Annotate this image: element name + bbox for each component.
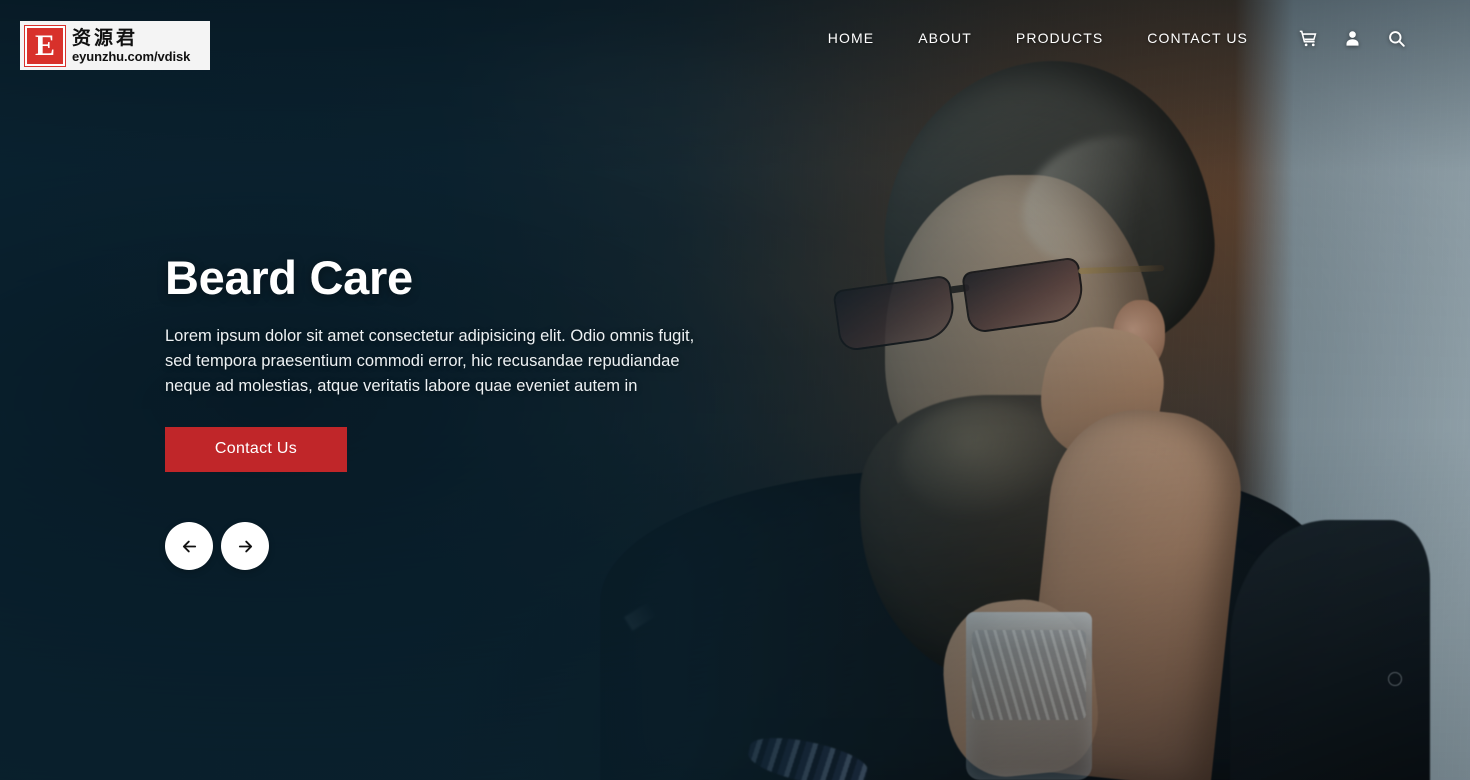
carousel-prev-button[interactable] — [165, 522, 213, 570]
shopping-cart-icon[interactable] — [1286, 18, 1330, 58]
header-icon-group — [1286, 18, 1418, 58]
user-account-icon[interactable] — [1330, 18, 1374, 58]
nav-item-about[interactable]: ABOUT — [896, 30, 994, 46]
arrow-left-icon — [182, 540, 196, 552]
hero-description: Lorem ipsum dolor sit amet consectetur a… — [165, 326, 695, 395]
watermark-url: eyunzhu.com/vdisk — [72, 48, 191, 64]
watermark-text: 资源君 eyunzhu.com/vdisk — [72, 26, 191, 64]
carousel-next-button[interactable] — [221, 522, 269, 570]
hero-content: Beard Care Lorem ipsum dolor sit amet co… — [165, 252, 725, 472]
hero-section: VOLTA HOME ABOUT PRODUCTS CONTACT US — [0, 0, 1470, 780]
watermark-overlay: E 资源君 eyunzhu.com/vdisk — [20, 21, 210, 70]
watermark-chinese-label: 资源君 — [72, 26, 139, 49]
contact-us-button[interactable]: Contact Us — [165, 426, 347, 472]
watermark-logo-icon: E — [24, 24, 66, 67]
search-icon[interactable] — [1374, 18, 1418, 58]
arrow-right-icon — [238, 540, 252, 552]
site-header: VOLTA HOME ABOUT PRODUCTS CONTACT US — [0, 0, 1470, 76]
nav-item-products[interactable]: PRODUCTS — [994, 30, 1125, 46]
nav-item-home[interactable]: HOME — [806, 30, 896, 46]
primary-navigation: HOME ABOUT PRODUCTS CONTACT US — [806, 18, 1418, 58]
nav-item-contact-us[interactable]: CONTACT US — [1125, 30, 1270, 46]
hero-title: Beard Care — [165, 251, 413, 304]
carousel-controls — [165, 522, 269, 570]
